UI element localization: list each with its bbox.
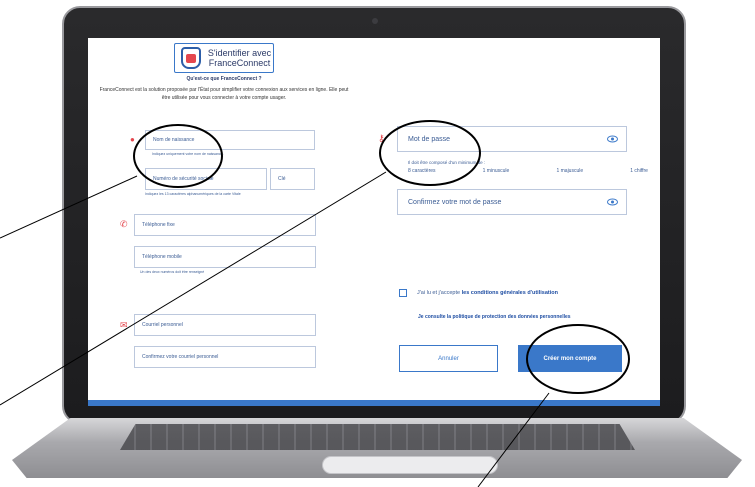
- annotation-line: [477, 392, 550, 487]
- annotation-circle: [526, 324, 630, 394]
- annotation-circle: [379, 120, 481, 186]
- annotation-circle: [133, 124, 223, 188]
- annotation-overlay: [0, 120, 630, 487]
- annotation-line: [0, 175, 138, 239]
- annotation-line: [0, 171, 387, 406]
